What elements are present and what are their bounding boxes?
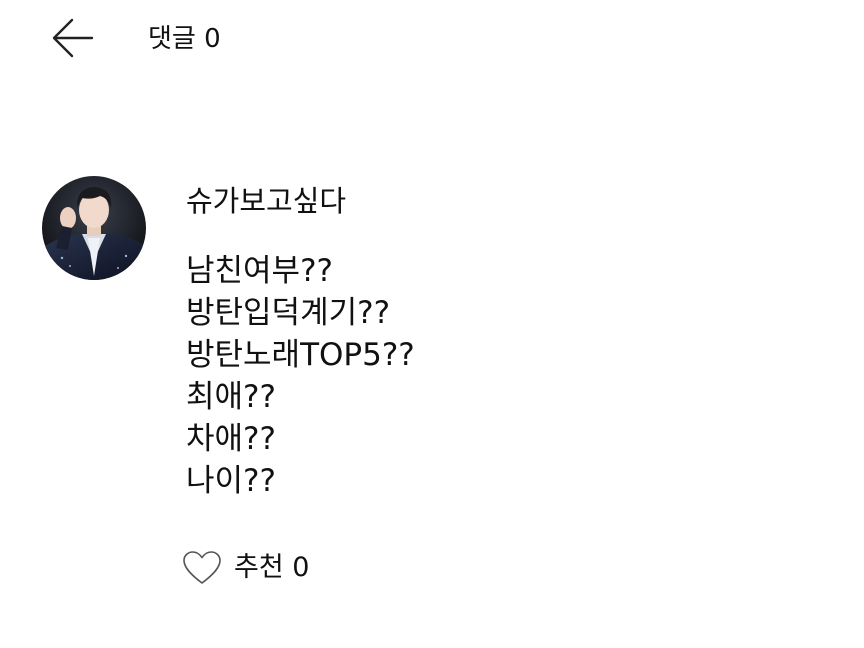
header-bar: 댓글 0 [0, 0, 864, 80]
comment-line: 방탄입덕계기?? [186, 295, 391, 331]
back-button[interactable] [44, 12, 100, 64]
comment-line: 최애?? [186, 379, 276, 415]
like-button[interactable]: 추천 0 [182, 548, 309, 588]
comment-line: 남친여부?? [186, 253, 333, 289]
like-count: 추천 0 [234, 552, 310, 583]
heart-outline-icon [183, 551, 221, 584]
comments-page: 댓글 0 슈가보고싶다 남친여부?? 방탄입덕계기?? 방탄노래TOP5?? 최… [0, 0, 864, 648]
comment-author[interactable]: 슈가보고싶다 [186, 182, 346, 220]
comment-line: 차애?? [186, 421, 276, 457]
comment-body: 남친여부?? 방탄입덕계기?? 방탄노래TOP5?? 최애?? 차애?? 나이?… [186, 250, 415, 502]
comment-line: 나이?? [186, 463, 276, 499]
comment-line: 방탄노래TOP5?? [186, 337, 415, 373]
avatar[interactable] [42, 176, 146, 280]
page-title: 댓글 0 [148, 24, 221, 54]
arrow-left-icon [52, 18, 94, 58]
